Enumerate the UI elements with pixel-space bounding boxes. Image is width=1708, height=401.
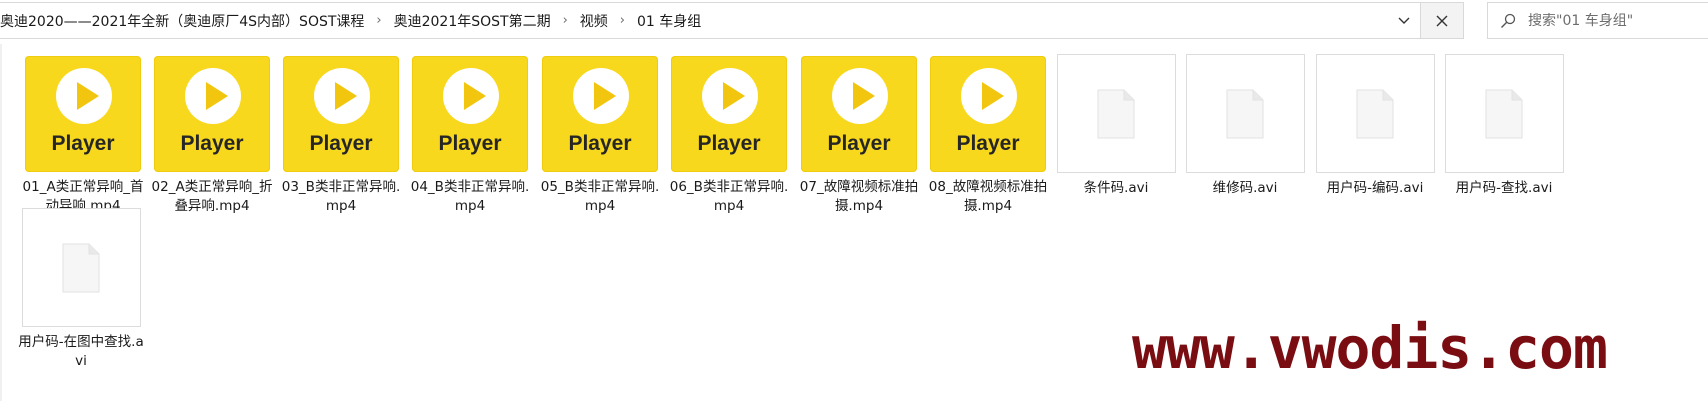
file-name[interactable]: 条件码.avi (1052, 179, 1180, 198)
file-icon (1226, 89, 1264, 138)
file-name[interactable]: 用户码-查找.avi (1440, 179, 1568, 198)
file-item[interactable]: Player 04_B类非正常异响.mp4 (406, 56, 534, 216)
thumbnail-label: Player (180, 132, 244, 155)
file-item[interactable]: 条件码.avi (1052, 54, 1180, 198)
file-thumbnail (21, 208, 141, 327)
file-item[interactable]: 用户码-查找.avi (1440, 54, 1568, 198)
file-item[interactable]: Player 02_A类正常异响_折叠异响.mp4 (148, 56, 276, 216)
file-icon (1097, 89, 1135, 138)
breadcrumb-item-course[interactable]: 奥迪2020——2021年全新（奥迪原厂4S内部）SOST课程 (0, 11, 368, 31)
chevron-right-icon[interactable]: › (555, 13, 576, 28)
player-thumbnail: Player (671, 56, 787, 172)
history-dropdown-button[interactable] (1385, 3, 1423, 38)
play-icon (594, 82, 616, 110)
thumbnail-label: Player (51, 132, 115, 155)
play-icon (723, 82, 745, 110)
pane-border (0, 44, 2, 401)
play-icon (335, 82, 357, 110)
file-name[interactable]: 用户码-编码.avi (1311, 179, 1439, 198)
file-item[interactable]: Player 05_B类非正常异响.mp4 (536, 56, 664, 216)
search-icon (1488, 13, 1528, 29)
file-icon (1356, 89, 1394, 138)
breadcrumb-item-current[interactable]: 01 车身组 (633, 11, 705, 31)
player-thumbnail: Player (412, 56, 528, 172)
file-name[interactable]: 06_B类非正常异响.mp4 (665, 178, 793, 216)
chevron-right-icon[interactable]: › (612, 13, 633, 28)
file-name[interactable]: 03_B类非正常异响.mp4 (277, 178, 405, 216)
player-thumbnail: Player (801, 56, 917, 172)
file-name[interactable]: 04_B类非正常异响.mp4 (406, 178, 534, 216)
player-thumbnail: Player (283, 56, 399, 172)
file-name[interactable]: 07_故障视频标准拍摄.mp4 (795, 178, 923, 216)
chevron-down-icon (1398, 17, 1410, 24)
file-icon (1485, 89, 1523, 138)
file-thumbnail (1315, 54, 1435, 173)
file-name[interactable]: 维修码.avi (1181, 179, 1309, 198)
address-bar[interactable]: 奥迪2020——2021年全新（奥迪原厂4S内部）SOST课程 › 奥迪2021… (0, 2, 1424, 39)
player-thumbnail: Player (25, 56, 141, 172)
chevron-right-icon[interactable]: › (368, 13, 389, 28)
file-item[interactable]: 用户码-在图中查找.avi (17, 208, 145, 371)
file-name[interactable]: 05_B类非正常异响.mp4 (536, 178, 664, 216)
file-name[interactable]: 08_故障视频标准拍摄.mp4 (924, 178, 1052, 216)
file-icon (62, 243, 100, 292)
thumbnail-label: Player (827, 132, 891, 155)
clear-address-button[interactable] (1420, 2, 1464, 39)
file-item[interactable]: Player 08_故障视频标准拍摄.mp4 (924, 56, 1052, 216)
play-icon (982, 82, 1004, 110)
thumbnail-label: Player (568, 132, 632, 155)
play-icon (464, 82, 486, 110)
watermark: www.vwodis.com (1132, 314, 1608, 382)
search-box[interactable] (1487, 2, 1708, 39)
file-thumbnail (1444, 54, 1564, 173)
thumbnail-label: Player (697, 132, 761, 155)
file-item[interactable]: Player 03_B类非正常异响.mp4 (277, 56, 405, 216)
play-icon (853, 82, 875, 110)
file-item[interactable]: 用户码-编码.avi (1311, 54, 1439, 198)
file-item[interactable]: Player 07_故障视频标准拍摄.mp4 (795, 56, 923, 216)
close-icon (1436, 15, 1448, 26)
file-item[interactable]: Player 06_B类非正常异响.mp4 (665, 56, 793, 216)
thumbnail-label: Player (438, 132, 502, 155)
breadcrumb: 奥迪2020——2021年全新（奥迪原厂4S内部）SOST课程 › 奥迪2021… (0, 11, 1385, 31)
file-name[interactable]: 用户码-在图中查找.avi (17, 333, 145, 371)
player-thumbnail: Player (930, 56, 1046, 172)
play-icon (206, 82, 228, 110)
file-item[interactable]: 维修码.avi (1181, 54, 1309, 198)
play-icon (77, 82, 99, 110)
player-thumbnail: Player (154, 56, 270, 172)
player-thumbnail: Player (542, 56, 658, 172)
search-input[interactable] (1528, 12, 1698, 29)
file-item[interactable]: Player 01_A类正常异响_首动异响.mp4 (19, 56, 147, 216)
breadcrumb-item-phase[interactable]: 奥迪2021年SOST第二期 (390, 11, 555, 31)
breadcrumb-item-video[interactable]: 视频 (576, 11, 612, 31)
thumbnail-label: Player (309, 132, 373, 155)
file-thumbnail (1185, 54, 1305, 173)
file-thumbnail (1056, 54, 1176, 173)
file-name[interactable]: 02_A类正常异响_折叠异响.mp4 (148, 178, 276, 216)
thumbnail-label: Player (956, 132, 1020, 155)
